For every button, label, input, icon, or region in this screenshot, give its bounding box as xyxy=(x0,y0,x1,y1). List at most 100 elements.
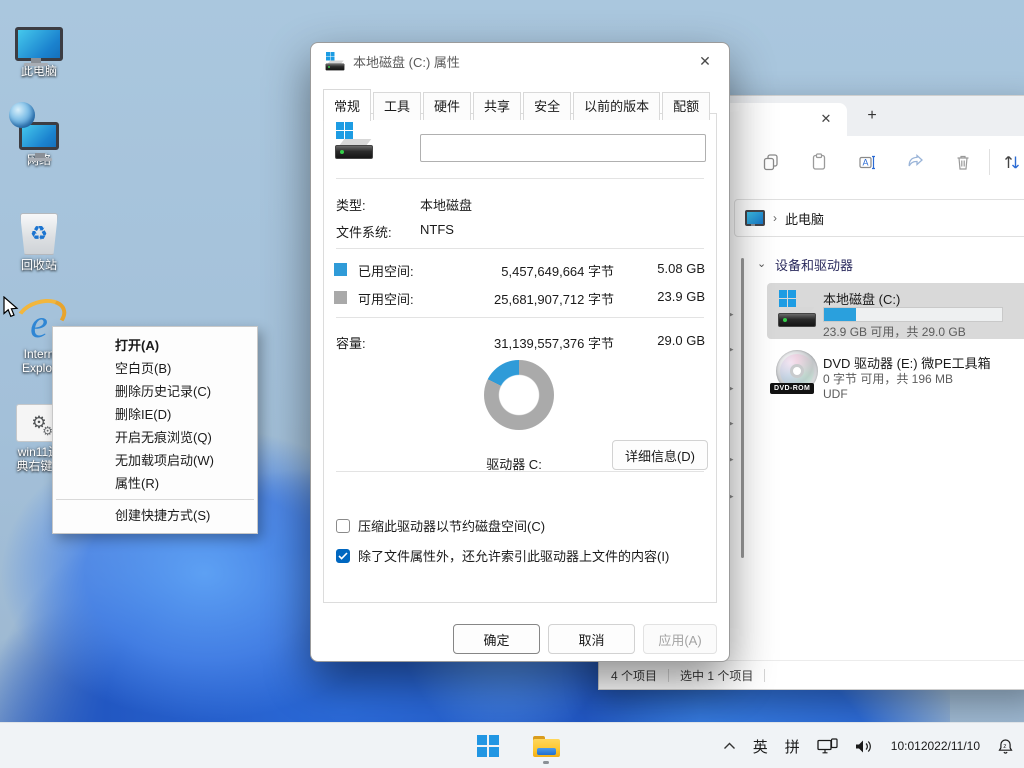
breadcrumb[interactable]: 此电脑 xyxy=(785,209,824,228)
capacity-bar-fill xyxy=(824,308,856,321)
used-space-bytes: 5,457,649,664 字节 xyxy=(444,261,614,280)
drive-info: 23.9 GB 可用，共 29.0 GB xyxy=(823,323,966,340)
file-explorer-taskbar-button[interactable] xyxy=(526,726,566,766)
share-icon[interactable] xyxy=(898,145,932,179)
svg-text:A: A xyxy=(863,158,869,168)
context-menu: 打开(A) 空白页(B) 删除历史记录(C) 删除IE(D) 开启无痕浏览(Q)… xyxy=(52,326,258,534)
compress-checkbox[interactable] xyxy=(336,519,350,533)
used-space-size: 5.08 GB xyxy=(624,261,705,276)
breadcrumb-chevron-icon: › xyxy=(773,211,777,225)
index-checkbox-label: 除了文件属性外，还允许索引此驱动器上文件的内容(I) xyxy=(358,546,669,565)
drive-icon-large xyxy=(334,122,372,158)
new-tab-button[interactable]: + xyxy=(861,105,883,127)
index-checkbox-row[interactable]: 除了文件属性外，还允许索引此驱动器上文件的内容(I) xyxy=(336,546,669,565)
copy-icon[interactable] xyxy=(754,145,788,179)
tab-close-icon[interactable]: ✕ xyxy=(817,110,835,128)
filesystem-label: 文件系统: xyxy=(336,222,392,241)
sort-icon[interactable] xyxy=(995,145,1024,179)
drive-name: 本地磁盘 (C:) xyxy=(823,289,900,308)
desktop-icon-this-pc[interactable]: 此电脑 xyxy=(1,11,77,78)
apply-button[interactable]: 应用(A) xyxy=(643,624,717,654)
nav-pane-scrollbar[interactable] xyxy=(741,258,744,558)
tab-tools[interactable]: 工具 xyxy=(373,92,421,120)
details-button[interactable]: 详细信息(D) xyxy=(612,440,708,470)
usage-donut xyxy=(484,360,554,430)
delete-icon[interactable] xyxy=(946,145,980,179)
tab-sharing[interactable]: 共享 xyxy=(473,92,521,120)
drive-filesystem: UDF xyxy=(823,387,848,401)
desktop-icon-label: Intern xyxy=(24,347,55,361)
volume-tray-icon[interactable] xyxy=(855,739,874,754)
desktop-icon-label: Explor xyxy=(22,361,56,375)
menu-item-create-shortcut[interactable]: 创建快捷方式(S) xyxy=(53,504,257,527)
index-checkbox[interactable] xyxy=(336,549,350,563)
tray-time: 10:01 xyxy=(891,739,921,754)
desktop-icon-label: 回收站 xyxy=(1,258,77,272)
compress-checkbox-label: 压缩此驱动器以节约磁盘空间(C) xyxy=(358,516,545,535)
volume-label-input[interactable] xyxy=(420,134,706,162)
start-button[interactable] xyxy=(468,726,508,766)
dialog-title: 本地磁盘 (C:) 属性 xyxy=(353,52,686,71)
dialog-drive-icon xyxy=(325,52,335,61)
free-space-swatch xyxy=(334,291,347,304)
desktop-icon-network[interactable]: 网络 xyxy=(1,100,77,167)
tab-general[interactable]: 常规 xyxy=(323,89,371,121)
general-tab-panel: 类型: 本地磁盘 文件系统: NTFS 已用空间: 5,457,649,664 … xyxy=(323,113,717,603)
item-count: 4 个项目 xyxy=(611,667,657,684)
paste-icon[interactable] xyxy=(802,145,836,179)
status-divider xyxy=(668,669,669,682)
menu-item-no-addons[interactable]: 无加载项启动(W) xyxy=(53,449,257,472)
menu-item-properties[interactable]: 属性(R) xyxy=(53,472,257,495)
drive-info: 0 字节 可用，共 196 MB xyxy=(823,370,953,387)
free-space-label: 可用空间: xyxy=(358,289,414,308)
tab-security[interactable]: 安全 xyxy=(523,92,571,120)
notification-bell-icon[interactable]: z xyxy=(997,738,1014,755)
menu-item-blank-page[interactable]: 空白页(B) xyxy=(53,357,257,380)
free-space-bytes: 25,681,907,712 字节 xyxy=(444,289,614,308)
dialog-title-bar: 本地磁盘 (C:) 属性 ✕ xyxy=(311,43,729,79)
group-header[interactable]: 设备和驱动器 xyxy=(775,255,853,274)
free-space-size: 23.9 GB xyxy=(624,289,705,304)
drive-c-icon xyxy=(777,290,815,326)
separator xyxy=(336,248,704,249)
clock[interactable]: 10:01 2022/11/10 xyxy=(891,739,980,754)
separator xyxy=(336,178,704,179)
ime-mode-button[interactable]: 拼 xyxy=(785,736,800,757)
dvd-rom-badge: DVD-ROM xyxy=(770,383,814,394)
network-tray-icon[interactable] xyxy=(817,738,838,755)
separator xyxy=(336,317,704,318)
menu-item-open[interactable]: 打开(A) xyxy=(53,334,257,357)
group-collapse-icon[interactable]: ⌄ xyxy=(757,257,766,270)
menu-item-delete-ie[interactable]: 删除IE(D) xyxy=(53,403,257,426)
close-icon[interactable]: ✕ xyxy=(695,53,715,70)
compress-checkbox-row[interactable]: 压缩此驱动器以节约磁盘空间(C) xyxy=(336,516,545,535)
menu-item-inprivate[interactable]: 开启无痕浏览(Q) xyxy=(53,426,257,449)
cancel-button[interactable]: 取消 xyxy=(548,624,635,654)
address-bar[interactable]: › 此电脑 xyxy=(734,199,1024,237)
toolbar-divider xyxy=(989,149,990,175)
type-value: 本地磁盘 xyxy=(420,195,472,214)
rename-icon[interactable]: A xyxy=(850,145,884,179)
status-divider xyxy=(764,669,765,682)
ime-language-button[interactable]: 英 xyxy=(753,736,768,757)
desktop-icon-label: 此电脑 xyxy=(1,64,77,78)
tray-chevron-up-icon[interactable] xyxy=(723,742,736,750)
disk-properties-dialog: 本地磁盘 (C:) 属性 ✕ 常规 工具 硬件 共享 安全 以前的版本 配额 类… xyxy=(310,42,730,662)
dvd-drive-item[interactable]: DVD-ROM DVD 驱动器 (E:) 微PE工具箱 0 字节 可用，共 19… xyxy=(767,347,1024,403)
desktop: 此电脑 网络 ♻ 回收站 e Intern Explor ⚙⚙ win11还 典… xyxy=(0,0,1024,768)
drive-c-item[interactable]: 本地磁盘 (C:) 23.9 GB 可用，共 29.0 GB xyxy=(767,283,1024,339)
tab-quota[interactable]: 配额 xyxy=(662,92,710,120)
filesystem-value: NTFS xyxy=(420,222,454,237)
menu-item-delete-history[interactable]: 删除历史记录(C) xyxy=(53,380,257,403)
recycle-bin-icon: ♻ xyxy=(20,213,58,255)
ok-button[interactable]: 确定 xyxy=(453,624,540,654)
capacity-size: 29.0 GB xyxy=(624,333,705,348)
type-label: 类型: xyxy=(336,195,366,214)
svg-text:z: z xyxy=(1003,743,1006,750)
menu-separator xyxy=(56,499,254,500)
this-pc-icon xyxy=(15,27,63,61)
desktop-icon-recycle-bin[interactable]: ♻ 回收站 xyxy=(1,205,77,272)
running-indicator xyxy=(543,761,549,764)
tab-hardware[interactable]: 硬件 xyxy=(423,92,471,120)
tab-previous-versions[interactable]: 以前的版本 xyxy=(573,92,660,120)
